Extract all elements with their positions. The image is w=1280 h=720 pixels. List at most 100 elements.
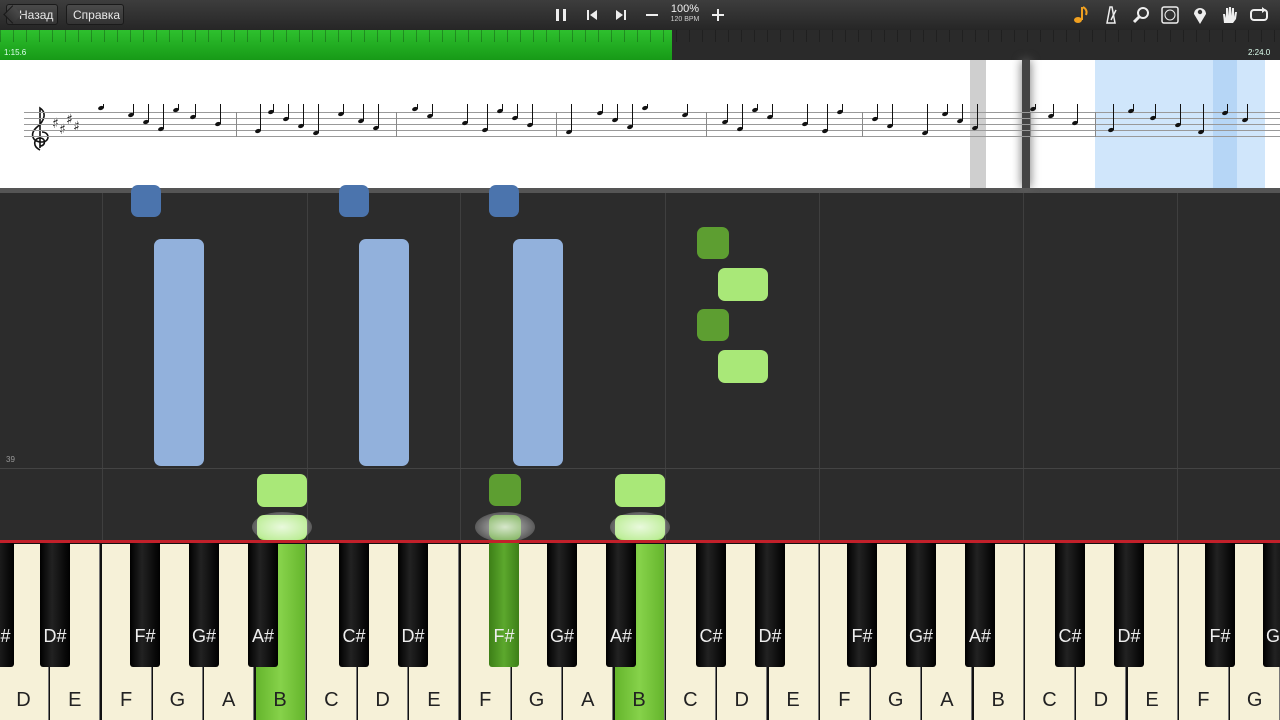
grid-line <box>307 193 308 540</box>
svg-text:♯: ♯ <box>66 112 73 128</box>
left-hand-note <box>513 239 563 466</box>
metronome-icon[interactable] <box>1100 4 1122 26</box>
white-key-label: G <box>169 689 186 711</box>
white-key-label: D <box>734 689 749 711</box>
note-stem <box>757 104 758 110</box>
grid-line <box>460 193 461 540</box>
note-stem <box>273 104 274 112</box>
white-key-label: F <box>479 689 492 711</box>
black-key[interactable]: C# <box>0 543 14 667</box>
black-key[interactable]: G# <box>906 543 936 667</box>
pause-icon[interactable] <box>550 4 572 26</box>
key-glow <box>610 512 670 542</box>
grid-line <box>819 193 820 540</box>
note-stem <box>378 104 379 128</box>
loop-icon[interactable] <box>1248 4 1270 26</box>
key-glow <box>252 512 312 542</box>
note-stem <box>1035 104 1036 109</box>
right-hand-note <box>257 474 307 507</box>
white-key-label: D <box>1093 689 1109 711</box>
note-icon[interactable] <box>1070 4 1092 26</box>
black-key[interactable]: G# <box>1263 543 1280 667</box>
black-key[interactable]: G# <box>189 543 219 667</box>
note-stem <box>195 104 196 117</box>
black-key-label: G# <box>908 626 933 646</box>
black-key[interactable]: D# <box>1114 543 1144 667</box>
note-stem <box>842 104 843 112</box>
note-stem <box>303 104 304 126</box>
black-key[interactable]: D# <box>40 543 70 667</box>
white-key-label: C <box>324 689 339 711</box>
black-key[interactable]: A# <box>606 543 636 667</box>
black-key[interactable]: D# <box>755 543 785 667</box>
note-stem <box>417 104 418 109</box>
white-key-label: A <box>222 689 236 711</box>
note-stem <box>260 104 261 131</box>
black-key[interactable]: A# <box>248 543 278 667</box>
hand-icon[interactable] <box>1218 4 1240 26</box>
measure-number: 39 <box>6 455 15 464</box>
staff-line <box>24 112 1280 113</box>
sheet-music[interactable]: ♯ ♯ ♯ ♯ <box>0 60 1280 193</box>
note-stem <box>220 104 221 124</box>
grid-line <box>102 193 103 540</box>
grid-line <box>665 193 666 540</box>
black-key-label: C# <box>0 626 11 646</box>
help-button[interactable]: Справка <box>66 4 124 25</box>
location-pin-icon[interactable] <box>1189 4 1211 26</box>
note-stem <box>163 104 164 129</box>
plus-icon[interactable] <box>707 4 729 26</box>
black-key[interactable]: F# <box>489 543 519 667</box>
black-key-label: A# <box>609 626 633 646</box>
black-key-label: G# <box>191 626 216 646</box>
skip-forward-icon[interactable] <box>610 4 632 26</box>
black-key[interactable]: C# <box>696 543 726 667</box>
bar-line <box>236 112 237 137</box>
note-stem <box>602 104 603 113</box>
search-icon[interactable] <box>1130 4 1152 26</box>
note-stem <box>1180 104 1181 125</box>
note-stem <box>1077 104 1078 123</box>
note-stem <box>288 104 289 119</box>
bar-line <box>396 112 397 137</box>
key-glow <box>475 512 535 542</box>
black-key-label: G# <box>1265 626 1280 646</box>
black-key[interactable]: F# <box>1205 543 1235 667</box>
bar-line <box>1030 112 1031 137</box>
minus-icon[interactable] <box>641 4 663 26</box>
note-roll <box>0 185 1280 540</box>
piano-keyboard[interactable]: D E F G A B C D E F G A B C D E F G A B C D E F G C# D# F# G# A# C# D# F… <box>0 540 1280 720</box>
note-stem <box>517 104 518 118</box>
measure-line <box>0 468 1280 469</box>
black-key-label: C# <box>1058 626 1082 646</box>
white-key-label: G <box>1246 689 1263 711</box>
black-key[interactable]: F# <box>847 543 877 667</box>
white-key-label: F <box>119 689 133 711</box>
staff-line <box>24 118 1280 119</box>
black-key-label: G# <box>549 626 574 646</box>
white-key-label: D <box>16 689 31 711</box>
black-key[interactable]: C# <box>1055 543 1085 667</box>
back-label: Назад <box>19 8 54 22</box>
black-key[interactable]: D# <box>398 543 428 667</box>
right-hand-note <box>718 268 768 301</box>
skip-back-icon[interactable] <box>581 4 603 26</box>
white-key-label: G <box>887 689 904 711</box>
note-stem <box>962 104 963 121</box>
staff-line <box>24 130 1280 131</box>
timeline-progress[interactable] <box>0 30 1280 60</box>
black-key[interactable]: C# <box>339 543 369 667</box>
note-stem <box>1247 104 1248 120</box>
white-key-label: A <box>940 689 954 711</box>
label-icon[interactable] <box>1159 4 1181 26</box>
black-key[interactable]: F# <box>130 543 160 667</box>
note-stem <box>1113 104 1114 130</box>
white-key-label: B <box>991 689 1005 711</box>
back-button[interactable]: Назад <box>6 4 58 25</box>
right-hand-note <box>697 227 729 259</box>
black-key-label: A# <box>968 626 992 646</box>
note-stem <box>632 104 633 127</box>
black-key[interactable]: G# <box>547 543 577 667</box>
note-stem <box>178 104 179 110</box>
black-key[interactable]: A# <box>965 543 995 667</box>
